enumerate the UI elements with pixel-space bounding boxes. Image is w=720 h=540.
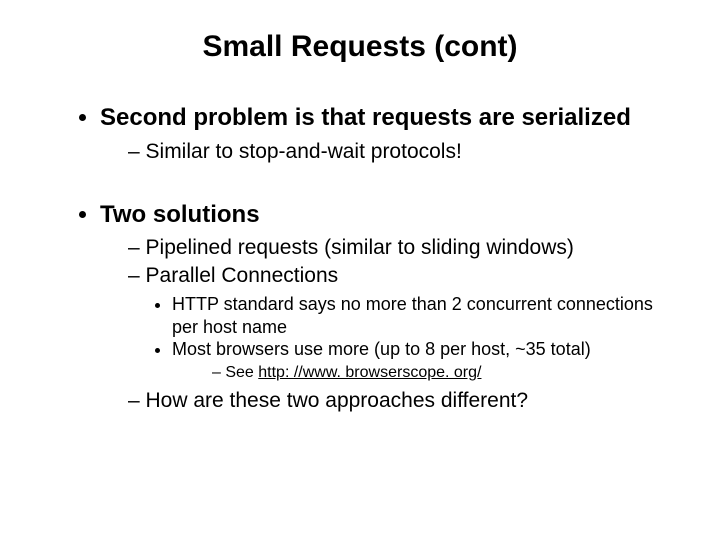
sub-sub-sub-list: See http: //www. browserscope. org/ — [172, 363, 660, 383]
bullet-problem-text: Second problem is that requests are seri… — [100, 104, 631, 131]
sub-sub-list-parallel: HTTP standard says no more than 2 concur… — [128, 293, 660, 383]
sub-stop-and-wait: Similar to stop-and-wait protocols! — [128, 138, 660, 165]
see-link-item: See http: //www. browserscope. org/ — [212, 363, 660, 383]
sub-list-solutions: Pipelined requests (similar to sliding w… — [100, 234, 660, 413]
sub-list-problem: Similar to stop-and-wait protocols! — [100, 138, 660, 165]
slide: Small Requests (cont) Second problem is … — [0, 0, 720, 540]
sub-sub-browsers: Most browsers use more (up to 8 per host… — [172, 338, 660, 383]
bullet-solutions: Two solutions Pipelined requests (simila… — [100, 201, 660, 414]
sub-parallel-text: Parallel Connections — [146, 264, 339, 287]
bullet-problem: Second problem is that requests are seri… — [100, 104, 660, 165]
sub-sub-http-std: HTTP standard says no more than 2 concur… — [172, 293, 660, 338]
bullet-solutions-text: Two solutions — [100, 201, 260, 228]
sub-different: How are these two approaches different? — [128, 387, 660, 414]
sub-parallel: Parallel Connections HTTP standard says … — [128, 262, 660, 383]
spacer — [60, 183, 660, 201]
see-prefix: See — [225, 364, 258, 381]
bullet-list: Second problem is that requests are seri… — [60, 104, 660, 165]
sub-sub-browsers-text: Most browsers use more (up to 8 per host… — [172, 339, 591, 359]
bullet-list-2: Two solutions Pipelined requests (simila… — [60, 201, 660, 414]
browserscope-link[interactable]: http: //www. browserscope. org/ — [258, 364, 481, 381]
slide-title: Small Requests (cont) — [60, 30, 660, 64]
sub-pipelined: Pipelined requests (similar to sliding w… — [128, 234, 660, 261]
